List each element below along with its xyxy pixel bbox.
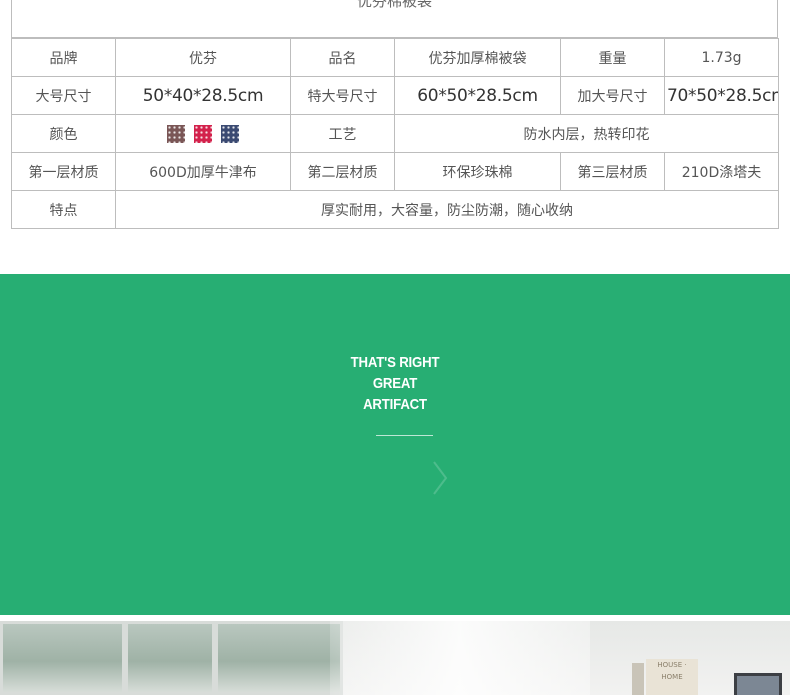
slogan-banner: THAT'S RIGHT GREAT ARTIFACT (0, 274, 790, 615)
material-2-label: 第二层材质 (290, 152, 395, 191)
table-row: 颜色 工艺 防水内层，热转印花 (11, 114, 779, 153)
table-row: 第一层材质 600D加厚牛津布 第二层材质 环保珍珠棉 第三层材质 210D涤塔… (11, 152, 779, 191)
material-3-value: 210D涤塔夫 (664, 152, 779, 191)
window-pane-middle (125, 621, 215, 695)
product-name-label: 品名 (290, 38, 395, 77)
product-name-value: 优芬加厚棉被袋 (394, 38, 561, 77)
swatch-red-dots[interactable] (194, 124, 212, 143)
room-photo: HOUSE · HOME (0, 621, 790, 695)
material-1-label: 第一层材质 (11, 152, 116, 191)
feature-value: 厚实耐用，大容量，防尘防潮，随心收纳 (115, 190, 779, 229)
window-pane-left (0, 621, 125, 695)
slogan-line-1: THAT'S RIGHT (350, 354, 440, 371)
swatch-brown-dots[interactable] (167, 124, 185, 143)
spec-table-header-cut: 优芬棉被袋 (11, 0, 778, 38)
brand-label: 品牌 (11, 38, 116, 77)
curtain (330, 621, 590, 695)
feature-label: 特点 (11, 190, 116, 229)
laptop (734, 673, 782, 695)
brand-value: 优芬 (115, 38, 291, 77)
size-xl-value: 60*50*28.5cm (394, 76, 561, 115)
size-xl-label: 特大号尺寸 (290, 76, 395, 115)
book (632, 663, 644, 695)
color-swatches-cell (115, 114, 291, 153)
spec-table-title: 优芬棉被袋 (356, 0, 432, 10)
size-xxl-value: 70*50*28.5cm (664, 76, 779, 115)
color-swatches (167, 124, 239, 143)
spec-table: 优芬棉被袋 品牌 优芬 品名 优芬加厚棉被袋 重量 1.73g 大号尺寸 50*… (11, 0, 779, 229)
shelf-sign: HOUSE · HOME (646, 659, 698, 695)
size-large-value: 50*40*28.5cm (115, 76, 291, 115)
material-3-label: 第三层材质 (560, 152, 665, 191)
size-large-label: 大号尺寸 (11, 76, 116, 115)
craft-value: 防水内层，热转印花 (394, 114, 779, 153)
material-2-value: 环保珍珠棉 (394, 152, 561, 191)
table-row: 特点 厚实耐用，大容量，防尘防潮，随心收纳 (11, 190, 779, 229)
weight-label: 重量 (560, 38, 665, 77)
material-1-value: 600D加厚牛津布 (115, 152, 291, 191)
slogan-line-2: GREAT (372, 375, 418, 392)
window-pane-right (215, 621, 343, 695)
table-row: 大号尺寸 50*40*28.5cm 特大号尺寸 60*50*28.5cm 加大号… (11, 76, 779, 115)
slogan-text: THAT'S RIGHT GREAT ARTIFACT (47, 352, 742, 415)
size-xxl-label: 加大号尺寸 (560, 76, 665, 115)
chevron-down-icon (433, 461, 448, 495)
slogan-line-3: ARTIFACT (363, 396, 427, 413)
slogan-divider (376, 435, 433, 436)
color-label: 颜色 (11, 114, 116, 153)
weight-value: 1.73g (664, 38, 779, 77)
swatch-navy-dots[interactable] (221, 124, 239, 143)
craft-label: 工艺 (290, 114, 395, 153)
spec-grid: 品牌 优芬 品名 优芬加厚棉被袋 重量 1.73g 大号尺寸 50*40*28.… (11, 38, 779, 229)
table-row: 品牌 优芬 品名 优芬加厚棉被袋 重量 1.73g (11, 38, 779, 77)
